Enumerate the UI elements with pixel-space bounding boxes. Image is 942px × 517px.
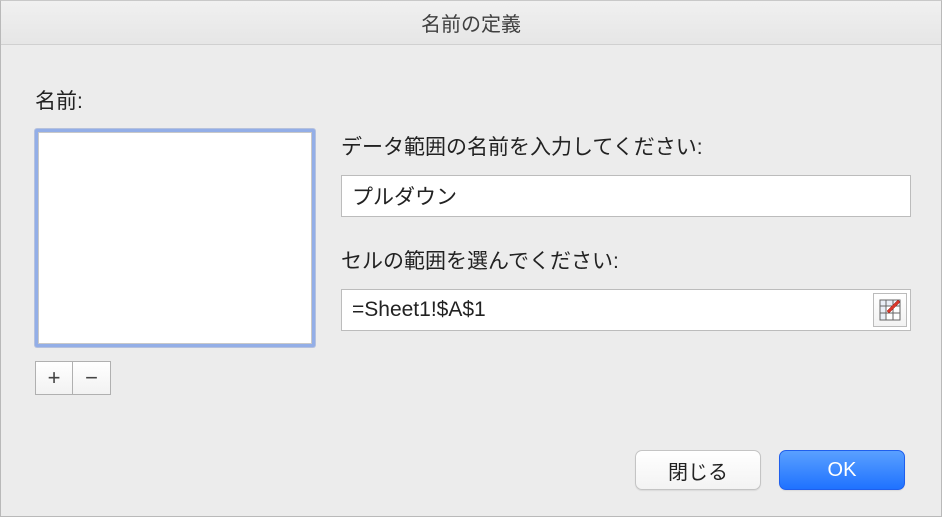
cell-range-input[interactable] xyxy=(342,290,873,330)
plus-icon: + xyxy=(48,367,61,389)
range-picker-icon xyxy=(879,299,901,321)
close-button[interactable]: 閉じる xyxy=(635,450,761,490)
data-range-name-input[interactable] xyxy=(341,175,911,217)
right-column: データ範囲の名前を入力してください: セルの範囲を選んでください: xyxy=(341,129,911,395)
names-listbox[interactable] xyxy=(38,132,312,344)
data-range-name-label: データ範囲の名前を入力してください: xyxy=(341,131,911,161)
names-listbox-focus-ring xyxy=(35,129,315,347)
range-picker-button[interactable] xyxy=(873,293,907,327)
minus-icon: − xyxy=(85,367,98,389)
ok-button[interactable]: OK xyxy=(779,450,905,490)
columns: + − データ範囲の名前を入力してください: セルの範囲を選んでください: xyxy=(35,129,911,395)
define-name-dialog: 名前の定義 名前: + − xyxy=(0,0,942,517)
window-title: 名前の定義 xyxy=(421,8,521,37)
titlebar: 名前の定義 xyxy=(1,1,941,45)
add-remove-group: + − xyxy=(35,361,315,395)
dialog-footer: 閉じる OK xyxy=(35,450,911,496)
add-button[interactable]: + xyxy=(35,361,73,395)
name-label: 名前: xyxy=(35,85,911,115)
top-section: 名前: + − データ範囲の名前を xyxy=(35,85,911,395)
cell-range-row xyxy=(341,289,911,331)
cell-range-label: セルの範囲を選んでください: xyxy=(341,245,911,275)
remove-button[interactable]: − xyxy=(73,361,111,395)
left-column: + − xyxy=(35,129,315,395)
dialog-body: 名前: + − データ範囲の名前を xyxy=(1,45,941,516)
